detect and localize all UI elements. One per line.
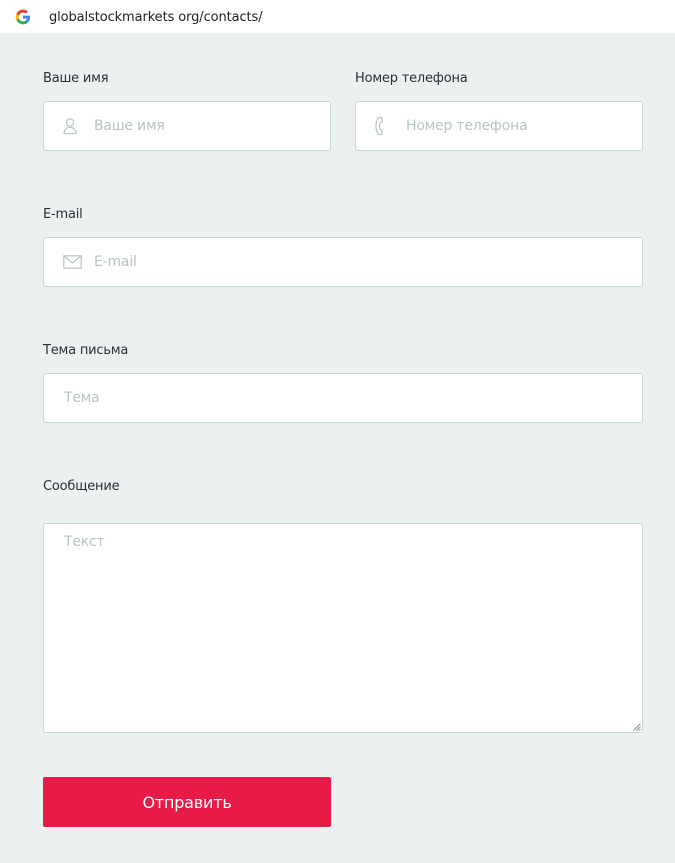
email-label: E-mail <box>43 207 83 222</box>
phone-field[interactable]: Номер телефона <box>355 101 643 151</box>
submit-button[interactable]: Отправить <box>43 777 331 827</box>
email-placeholder: E-mail <box>94 254 137 270</box>
url-text[interactable]: globalstockmarkets org/contacts/ <box>49 10 263 25</box>
message-textarea[interactable]: Текст <box>43 523 643 733</box>
address-bar[interactable]: globalstockmarkets org/contacts/ <box>0 0 675 33</box>
name-placeholder: Ваше имя <box>94 118 165 134</box>
phone-label: Номер телефона <box>355 71 468 86</box>
subject-label: Тема письма <box>43 343 129 358</box>
message-label: Сообщение <box>43 479 120 494</box>
phone-icon <box>375 116 384 136</box>
user-icon <box>63 118 77 135</box>
resize-grip-icon[interactable] <box>632 722 641 731</box>
name-field[interactable]: Ваше имя <box>43 101 331 151</box>
phone-placeholder: Номер телефона <box>406 118 528 134</box>
envelope-icon <box>63 255 82 269</box>
name-label: Ваше имя <box>43 71 109 86</box>
message-placeholder: Текст <box>64 534 105 550</box>
subject-placeholder: Тема <box>64 390 100 406</box>
email-field[interactable]: E-mail <box>43 237 643 287</box>
google-g-icon <box>15 9 31 25</box>
subject-field[interactable]: Тема <box>43 373 643 423</box>
